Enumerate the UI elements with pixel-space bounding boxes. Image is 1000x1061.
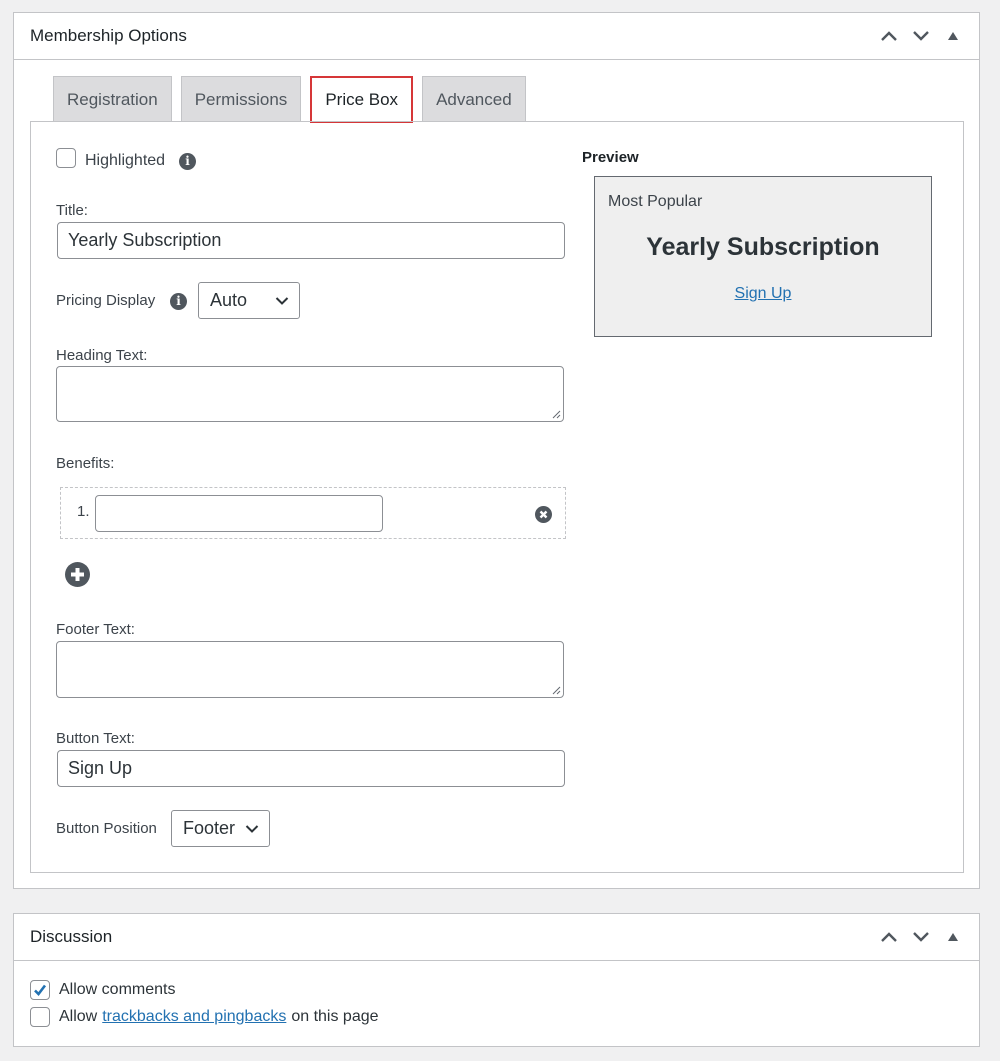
title-label: Title: bbox=[56, 202, 88, 219]
footer-text-textarea[interactable] bbox=[56, 641, 564, 698]
preview-signup-link-text[interactable]: Sign Up bbox=[735, 285, 792, 302]
preview-heading: Preview bbox=[582, 149, 639, 166]
benefits-label: Benefits: bbox=[56, 455, 115, 472]
move-up-button[interactable] bbox=[873, 921, 905, 953]
resize-handle-icon[interactable] bbox=[551, 409, 561, 419]
preview-signup-link[interactable]: Sign Up bbox=[595, 285, 931, 303]
triangle-up-icon bbox=[948, 32, 958, 40]
allow-pings-row: Allow trackbacks and pingbacks on this p… bbox=[30, 1007, 379, 1027]
button-text-input[interactable]: Sign Up bbox=[57, 750, 565, 787]
button-text-label: Button Text: bbox=[56, 730, 135, 747]
resize-handle-icon[interactable] bbox=[551, 685, 561, 695]
tab-advanced[interactable]: Advanced bbox=[422, 76, 526, 122]
discussion-header: Discussion bbox=[14, 914, 979, 961]
toggle-panel-button[interactable] bbox=[937, 921, 969, 953]
chevron-down-icon bbox=[245, 824, 259, 833]
price-box-preview: Most Popular Yearly Subscription Sign Up bbox=[594, 176, 932, 337]
discussion-panel: Discussion Allow comments Allow trackbac… bbox=[13, 913, 980, 1047]
close-circle-icon bbox=[539, 510, 548, 519]
move-down-button[interactable] bbox=[905, 921, 937, 953]
info-icon[interactable]: i bbox=[179, 153, 196, 170]
info-icon[interactable]: i bbox=[170, 293, 187, 310]
toggle-panel-button[interactable] bbox=[937, 20, 969, 52]
highlighted-checkbox[interactable] bbox=[56, 148, 76, 168]
chevron-down-icon bbox=[275, 296, 289, 305]
pricing-display-value: Auto bbox=[210, 290, 248, 310]
header-actions bbox=[873, 20, 969, 52]
triangle-up-icon bbox=[948, 933, 958, 941]
button-position-label: Button Position bbox=[56, 820, 157, 837]
footer-text-label: Footer Text: bbox=[56, 621, 135, 638]
allow-comments-label: Allow comments bbox=[59, 981, 176, 998]
chevron-up-icon bbox=[881, 932, 897, 942]
title-input[interactable]: Yearly Subscription bbox=[57, 222, 565, 259]
discussion-title: Discussion bbox=[30, 927, 113, 946]
trackbacks-pingbacks-link[interactable]: trackbacks and pingbacks bbox=[102, 1008, 286, 1026]
pricing-display-label: Pricing Display bbox=[56, 292, 156, 309]
price-box-panel: Highlighted i Title: Yearly Subscription… bbox=[30, 121, 964, 873]
allow-comments-checkbox[interactable] bbox=[30, 980, 50, 1000]
benefit-item: 1. bbox=[60, 487, 566, 539]
chevron-up-icon bbox=[881, 31, 897, 41]
chevron-down-icon bbox=[913, 31, 929, 41]
remove-benefit-button[interactable] bbox=[535, 506, 552, 523]
button-position-select[interactable]: Footer bbox=[171, 810, 270, 847]
benefit-number: 1. bbox=[77, 503, 90, 520]
tab-permissions[interactable]: Permissions bbox=[180, 76, 302, 122]
membership-options-title: Membership Options bbox=[30, 26, 187, 45]
plus-circle-icon bbox=[71, 568, 84, 581]
add-benefit-button[interactable] bbox=[65, 562, 90, 587]
allow-pings-prefix: Allow bbox=[59, 1008, 98, 1025]
header-actions bbox=[873, 921, 969, 953]
pricing-display-select[interactable]: Auto bbox=[198, 282, 300, 319]
allow-pings-checkbox[interactable] bbox=[30, 1007, 50, 1027]
membership-options-header: Membership Options bbox=[14, 13, 979, 60]
tab-registration[interactable]: Registration bbox=[53, 76, 172, 122]
benefit-input[interactable] bbox=[95, 495, 383, 532]
move-down-button[interactable] bbox=[905, 20, 937, 52]
heading-text-label: Heading Text: bbox=[56, 347, 148, 364]
checkmark-icon bbox=[34, 984, 47, 996]
preview-tag: Most Popular bbox=[608, 193, 703, 210]
highlighted-label: Highlighted bbox=[85, 152, 166, 169]
button-position-value: Footer bbox=[183, 818, 236, 838]
preview-title: Yearly Subscription bbox=[646, 233, 880, 261]
move-up-button[interactable] bbox=[873, 20, 905, 52]
heading-text-textarea[interactable] bbox=[56, 366, 564, 422]
membership-options-panel: Membership Options Registration Permissi… bbox=[13, 12, 980, 889]
chevron-down-icon bbox=[913, 932, 929, 942]
allow-pings-suffix: on this page bbox=[291, 1008, 379, 1025]
tab-price-box[interactable]: Price Box bbox=[310, 76, 414, 123]
allow-comments-row: Allow comments bbox=[30, 980, 175, 1000]
membership-tabs: Registration Permissions Price Box Advan… bbox=[53, 76, 526, 123]
